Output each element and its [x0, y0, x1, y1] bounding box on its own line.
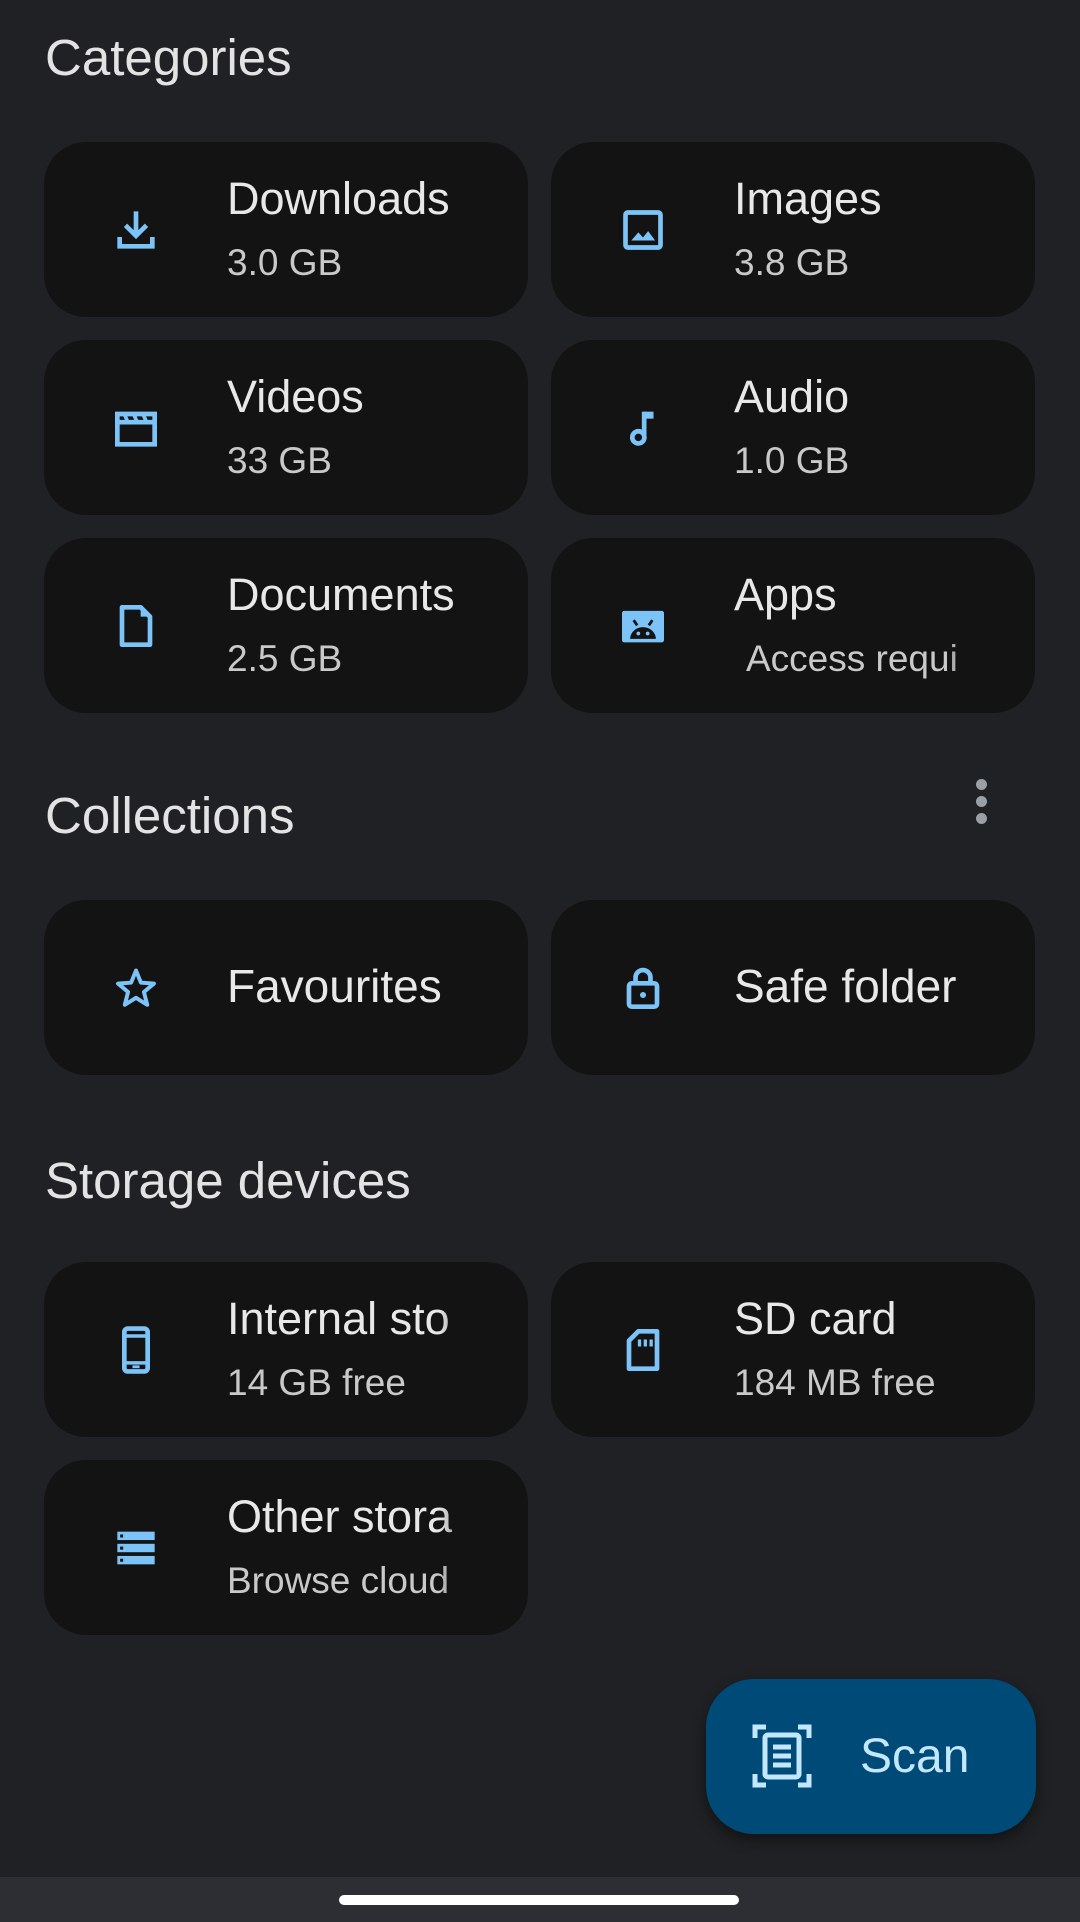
category-downloads[interactable]: Downloads 3.0 GB [44, 142, 528, 317]
category-label: Videos [227, 371, 364, 422]
category-audio[interactable]: Audio 1.0 GB [551, 340, 1035, 515]
more-vertical-icon[interactable] [961, 772, 1001, 832]
category-documents[interactable]: Documents 2.5 GB [44, 538, 528, 713]
collection-label: Safe folder [734, 959, 957, 1012]
scan-label: Scan [860, 1729, 970, 1783]
storage-devices-title: Storage devices [45, 1152, 411, 1209]
storage-free: 184 MB free [734, 1362, 936, 1403]
collections-title: Collections [45, 787, 295, 844]
category-images[interactable]: Images 3.8 GB [551, 142, 1035, 317]
navigation-bar [0, 1877, 1080, 1922]
category-size: 1.0 GB [734, 440, 850, 481]
scan-button[interactable]: Scan [706, 1679, 1036, 1834]
storage-label: Internal sto [227, 1293, 450, 1344]
star-icon [108, 960, 164, 1016]
storage-internal[interactable]: Internal sto 14 GB free [44, 1262, 528, 1437]
category-videos[interactable]: Videos 33 GB [44, 340, 528, 515]
storage-other[interactable]: Other stora Browse cloud [44, 1460, 528, 1635]
document-icon [108, 598, 164, 654]
collection-favourites[interactable]: Favourites [44, 900, 528, 1075]
storage-label: SD card [734, 1293, 897, 1344]
storage-free: 14 GB free [227, 1362, 406, 1403]
category-label: Audio [734, 371, 850, 422]
storage-sd-card[interactable]: SD card 184 MB free [551, 1262, 1035, 1437]
collection-safe-folder[interactable]: Safe folder [551, 900, 1035, 1075]
category-label: Apps [734, 569, 837, 620]
sd-card-icon [615, 1322, 671, 1378]
category-size: 2.5 GB [227, 638, 343, 679]
category-label: Documents [227, 569, 455, 620]
home-gesture-handle[interactable] [339, 1895, 739, 1905]
video-icon [108, 400, 164, 456]
category-apps[interactable]: Apps Access requi [551, 538, 1035, 713]
category-status: Access requi [746, 638, 958, 679]
image-icon [615, 202, 671, 258]
storage-label: Other stora [227, 1491, 453, 1542]
collection-label: Favourites [227, 959, 442, 1012]
category-size: 33 GB [227, 440, 332, 481]
category-size: 3.0 GB [227, 242, 343, 283]
download-icon [108, 202, 164, 258]
phone-icon [108, 1322, 164, 1378]
lock-icon [615, 960, 671, 1016]
storage-detail: Browse cloud [227, 1560, 450, 1601]
categories-title: Categories [45, 29, 292, 86]
android-icon [615, 598, 671, 654]
document-scanner-icon [752, 1724, 812, 1788]
category-size: 3.8 GB [734, 242, 850, 283]
storage-icon [108, 1520, 164, 1576]
category-label: Downloads [227, 173, 450, 224]
music-note-icon [615, 400, 671, 456]
category-label: Images [734, 173, 882, 224]
